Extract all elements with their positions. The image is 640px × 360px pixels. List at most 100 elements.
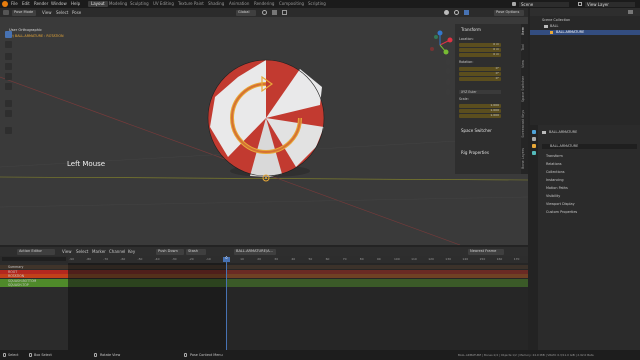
editor-mode-dropdown[interactable]: Action Editor	[17, 248, 55, 255]
select-tool-icon[interactable]	[5, 31, 12, 38]
snap-dropdown[interactable]: Nearest Frame	[468, 248, 504, 255]
ae-menu-channel[interactable]: Channel	[109, 250, 125, 254]
cursor-tool-icon[interactable]	[5, 41, 12, 48]
menu-file[interactable]: File	[11, 1, 18, 6]
xray-icon[interactable]	[464, 10, 469, 15]
zoom-icon[interactable]	[445, 59, 451, 65]
properties-tab-strip	[530, 125, 538, 350]
tab-layout[interactable]: Layout	[88, 1, 108, 7]
location-z-field[interactable]: 0 m	[459, 53, 501, 57]
grid-view-icon[interactable]	[445, 89, 451, 95]
menu-view[interactable]: View	[42, 11, 52, 15]
3d-viewport[interactable]: User Orthographic (0) BALL.ARMATURE : RO…	[0, 17, 528, 245]
tab-compositing[interactable]: Compositing	[276, 1, 307, 7]
viewport-canvas[interactable]	[0, 17, 528, 245]
section-instancing[interactable]: Instancing	[546, 178, 564, 182]
bone-name-field[interactable]: BALL.ARMATURE	[542, 144, 637, 149]
tab-sculpting[interactable]: Sculpting	[127, 1, 152, 7]
tab-space-switcher[interactable]: Space Switcher	[521, 76, 525, 102]
scale-tool-icon[interactable]	[5, 73, 12, 80]
outliner-item-ball[interactable]: BALL	[550, 24, 558, 28]
frame-tick-label: 170	[513, 256, 520, 261]
pose-tool-icon[interactable]	[5, 127, 12, 134]
section-visibility[interactable]: Visibility	[546, 194, 560, 198]
tab-bone-layers[interactable]: Bone Layers	[521, 148, 525, 169]
section-viewport-display[interactable]: Viewport Display	[546, 202, 575, 206]
section-collections[interactable]: Collections	[546, 170, 565, 174]
shading-solid-icon[interactable]	[444, 10, 449, 15]
ae-menu-marker[interactable]: Marker	[92, 250, 106, 254]
menu-select[interactable]: Select	[56, 11, 68, 15]
camera-icon[interactable]	[445, 79, 451, 85]
status-rotate-view: Rotate View	[100, 352, 121, 357]
transform-tool-icon[interactable]	[5, 83, 12, 90]
tab-view[interactable]: View	[521, 60, 525, 68]
object-props-icon[interactable]	[532, 144, 536, 148]
rig-properties-header[interactable]: Rig Properties	[461, 151, 489, 155]
scene-selector[interactable]: Scene	[519, 2, 569, 7]
rotation-x-field[interactable]: 0°	[459, 67, 501, 71]
stash-button[interactable]: Stash	[186, 248, 206, 255]
pivot-icon[interactable]	[262, 10, 267, 15]
menu-help[interactable]: Help	[71, 1, 80, 6]
status-box-select: Box Select	[34, 352, 52, 357]
tab-animation[interactable]: Animation	[226, 1, 252, 7]
annotate-tool-icon[interactable]	[5, 100, 12, 107]
tab-shading[interactable]: Shading	[205, 1, 227, 7]
overlay-icon[interactable]	[454, 10, 459, 15]
section-transform[interactable]: Transform	[546, 154, 563, 158]
frame-tick-label: -10	[205, 256, 211, 261]
ae-menu-view[interactable]: View	[62, 250, 72, 254]
rotation-mode-dropdown[interactable]: XYZ Euler	[459, 90, 501, 95]
scale-z-field[interactable]: 1.000	[459, 114, 501, 118]
gizmo-z	[437, 30, 443, 36]
editor-type-icon[interactable]	[3, 10, 9, 15]
action-editor[interactable]: Action Editor View Select Marker Channel…	[0, 247, 528, 350]
section-motion-paths[interactable]: Motion Paths	[546, 186, 568, 190]
channel-search-input[interactable]	[2, 257, 66, 261]
ae-menu-select[interactable]: Select	[76, 250, 88, 254]
current-frame-indicator[interactable]: 0	[223, 256, 230, 262]
rotate-tool-icon[interactable]	[5, 63, 12, 70]
mode-dropdown[interactable]: Pose Mode	[12, 9, 36, 16]
action-selector[interactable]: BALL.ARMATURE/A...	[234, 248, 276, 255]
view-layer-selector[interactable]: View Layer	[585, 2, 635, 7]
menu-window[interactable]: Window	[51, 1, 67, 6]
filter-icon[interactable]	[628, 10, 633, 14]
menu-edit[interactable]: Edit	[22, 1, 30, 6]
push-down-button[interactable]: Push Down	[156, 248, 184, 255]
rotation-z-field[interactable]: 0°	[459, 77, 501, 81]
proportional-icon[interactable]	[282, 10, 287, 15]
tab-texture-paint[interactable]: Texture Paint	[175, 1, 207, 7]
tab-item[interactable]: Item	[521, 27, 525, 35]
tab-rendering[interactable]: Rendering	[251, 1, 277, 7]
tab-uv-editing[interactable]: UV Editing	[150, 1, 177, 7]
blender-logo-icon[interactable]	[2, 1, 8, 7]
tab-scripting[interactable]: Scripting	[305, 1, 329, 7]
outliner-item-scene-collection[interactable]: Scene Collection	[542, 18, 570, 22]
section-relations[interactable]: Relations	[546, 162, 562, 166]
section-custom-properties[interactable]: Custom Properties	[546, 210, 577, 214]
menu-render[interactable]: Render	[34, 1, 48, 6]
space-switcher-header[interactable]: Space Switcher	[461, 129, 492, 133]
frame-tick-label: -20	[188, 256, 194, 261]
outliner-row-selected[interactable]: BALL.ARMATURE	[530, 30, 640, 35]
channel-row[interactable]: SQUASH-TOP	[0, 283, 68, 288]
orientation-dropdown[interactable]: Global	[236, 9, 256, 16]
measure-tool-icon[interactable]	[5, 110, 12, 117]
hand-icon[interactable]	[445, 68, 451, 74]
menu-pose[interactable]: Pose	[72, 11, 81, 15]
data-props-icon[interactable]	[532, 151, 536, 155]
constraint-props-icon[interactable]	[532, 137, 536, 141]
snap-icon[interactable]	[272, 10, 277, 15]
transform-panel-header[interactable]: Transform	[461, 28, 481, 32]
rotation-y-field[interactable]: 0°	[459, 72, 501, 76]
tab-tool[interactable]: Tool	[521, 44, 525, 51]
playhead-line[interactable]	[226, 256, 227, 350]
ae-menu-key[interactable]: Key	[128, 250, 135, 254]
keyframe-area[interactable]: -90 -80 -70 -60 -50 -40 -30 -20 -10 10 20 30 40 50 60 7…	[68, 256, 528, 350]
move-tool-icon[interactable]	[5, 53, 12, 60]
pose-options-dropdown[interactable]: Pose Options	[494, 9, 524, 16]
tab-screencast-keys[interactable]: Screencast Keys	[521, 110, 525, 138]
bone-props-icon[interactable]	[532, 130, 536, 134]
